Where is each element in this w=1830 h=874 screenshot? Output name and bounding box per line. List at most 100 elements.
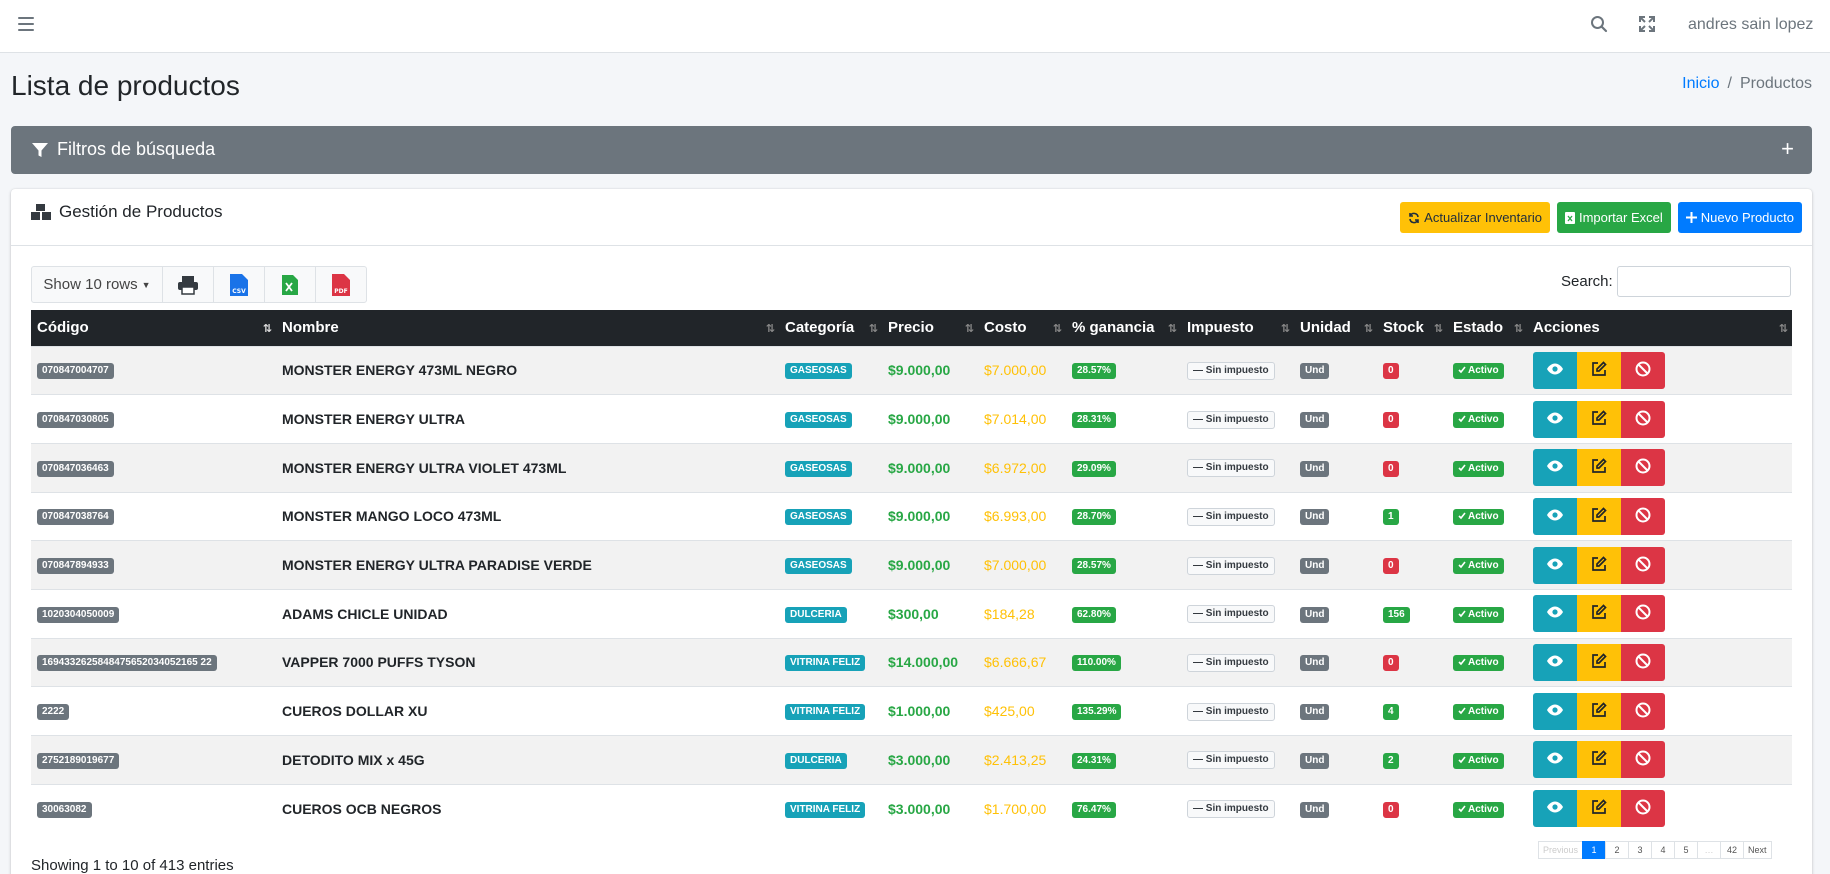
column-header[interactable]: Costo ⇅ xyxy=(978,310,1066,346)
disable-button[interactable] xyxy=(1621,546,1665,584)
show-rows-dropdown[interactable]: Show 10 rows ▼ xyxy=(31,266,163,303)
edit-button[interactable] xyxy=(1577,595,1621,633)
pagination-page[interactable]: 2 xyxy=(1605,841,1630,859)
export-excel-button[interactable] xyxy=(264,266,316,303)
pagination-next[interactable]: Next xyxy=(1743,841,1772,859)
row-actions xyxy=(1533,449,1786,487)
disable-button[interactable] xyxy=(1621,643,1665,681)
export-csv-button[interactable]: CSV xyxy=(213,266,265,303)
top-navbar: andres sain lopez xyxy=(0,0,1830,53)
profit-badge: 135.29% xyxy=(1072,704,1122,721)
edit-icon xyxy=(1591,653,1607,672)
disable-button[interactable] xyxy=(1621,595,1665,633)
product-code-badge: 2752189019677 xyxy=(37,752,120,769)
tax-label: Sin impuesto xyxy=(1205,559,1269,571)
unit-badge: Und xyxy=(1300,460,1330,477)
unit-badge: Und xyxy=(1300,655,1330,672)
ban-icon xyxy=(1635,604,1651,623)
column-header[interactable]: Estado ⇅ xyxy=(1447,310,1527,346)
row-actions xyxy=(1533,400,1786,438)
column-header[interactable]: Unidad ⇅ xyxy=(1294,310,1377,346)
view-button[interactable] xyxy=(1533,449,1577,487)
sort-icon: ⇅ xyxy=(868,323,878,335)
edit-button[interactable] xyxy=(1577,351,1621,389)
ban-icon xyxy=(1635,410,1651,429)
edit-button[interactable] xyxy=(1577,741,1621,779)
export-pdf-button[interactable]: PDF xyxy=(315,266,367,303)
import-excel-button[interactable]: Importar Excel xyxy=(1556,202,1671,233)
disable-button[interactable] xyxy=(1621,497,1665,535)
edit-button[interactable] xyxy=(1577,692,1621,730)
cost-value: $184,28 xyxy=(984,605,1035,622)
disable-button[interactable] xyxy=(1621,351,1665,389)
pagination-page[interactable]: 1 xyxy=(1582,841,1607,859)
menu-toggle-icon[interactable] xyxy=(18,17,34,31)
column-header[interactable]: Acciones ⇅ xyxy=(1527,310,1792,346)
disable-button[interactable] xyxy=(1621,741,1665,779)
pagination-page[interactable]: 42 xyxy=(1720,841,1745,859)
view-button[interactable] xyxy=(1533,546,1577,584)
column-header[interactable]: Nombre ⇅ xyxy=(276,310,779,346)
new-product-button[interactable]: Nuevo Producto xyxy=(1677,202,1802,233)
edit-button[interactable] xyxy=(1577,497,1621,535)
view-button[interactable] xyxy=(1533,741,1577,779)
plus-icon xyxy=(1685,212,1697,223)
column-header[interactable]: % ganancia ⇅ xyxy=(1066,310,1181,346)
view-button[interactable] xyxy=(1533,643,1577,681)
edit-button[interactable] xyxy=(1577,449,1621,487)
eye-icon xyxy=(1546,460,1564,475)
update-inventory-button[interactable]: Actualizar Inventario xyxy=(1400,202,1550,233)
dash-icon: — xyxy=(1193,559,1206,571)
fullscreen-icon[interactable] xyxy=(1638,15,1656,36)
user-name[interactable]: andres sain lopez xyxy=(1688,16,1813,34)
column-header[interactable]: Categoría ⇅ xyxy=(779,310,882,346)
pagination-page[interactable]: 4 xyxy=(1651,841,1676,859)
status-badge: Activo xyxy=(1453,363,1504,380)
status-label: Activo xyxy=(1468,706,1499,718)
profit-badge: 28.57% xyxy=(1072,558,1116,575)
edit-button[interactable] xyxy=(1577,643,1621,681)
column-header-label: Unidad xyxy=(1300,319,1351,337)
search-filters-card[interactable]: Filtros de búsqueda + xyxy=(11,126,1812,174)
edit-button[interactable] xyxy=(1577,790,1621,828)
breadcrumb-home[interactable]: Inicio xyxy=(1682,75,1719,92)
dash-icon: — xyxy=(1193,510,1206,522)
disable-button[interactable] xyxy=(1621,692,1665,730)
filter-icon xyxy=(32,142,48,157)
view-button[interactable] xyxy=(1533,400,1577,438)
column-header[interactable]: Precio ⇅ xyxy=(882,310,978,346)
edit-icon xyxy=(1591,409,1607,429)
search-icon[interactable] xyxy=(1590,15,1608,36)
view-button[interactable] xyxy=(1533,351,1577,389)
view-button[interactable] xyxy=(1533,692,1577,730)
expand-filters-button[interactable]: + xyxy=(1781,136,1794,162)
view-button[interactable] xyxy=(1533,497,1577,535)
status-badge: Activo xyxy=(1453,558,1504,575)
edit-button[interactable] xyxy=(1577,546,1621,584)
disable-button[interactable] xyxy=(1621,400,1665,438)
view-button[interactable] xyxy=(1533,595,1577,633)
column-header-label: Impuesto xyxy=(1187,319,1254,337)
view-button[interactable] xyxy=(1533,790,1577,828)
search-input[interactable] xyxy=(1617,266,1791,297)
print-button[interactable] xyxy=(162,266,214,303)
edit-icon xyxy=(1591,799,1607,818)
profit-badge: 76.47% xyxy=(1072,801,1116,818)
column-header-label: Nombre xyxy=(282,319,339,337)
column-header[interactable]: Stock ⇅ xyxy=(1377,310,1447,346)
column-header[interactable]: Código ⇅ xyxy=(31,310,276,346)
disable-button[interactable] xyxy=(1621,449,1665,487)
ban-icon xyxy=(1635,702,1651,721)
pagination-page[interactable]: 3 xyxy=(1628,841,1653,859)
status-badge: Activo xyxy=(1453,704,1504,721)
cost-value: $2.413,25 xyxy=(984,751,1047,768)
edit-button[interactable] xyxy=(1577,400,1621,438)
row-actions xyxy=(1533,643,1786,681)
price-value: $9.000,00 xyxy=(888,411,951,428)
category-badge: GASEOSAS xyxy=(785,509,852,526)
dash-icon: — xyxy=(1193,754,1206,766)
disable-button[interactable] xyxy=(1621,790,1665,828)
pagination-page[interactable]: 5 xyxy=(1674,841,1699,859)
column-header[interactable]: Impuesto ⇅ xyxy=(1181,310,1294,346)
price-value: $300,00 xyxy=(888,605,939,622)
